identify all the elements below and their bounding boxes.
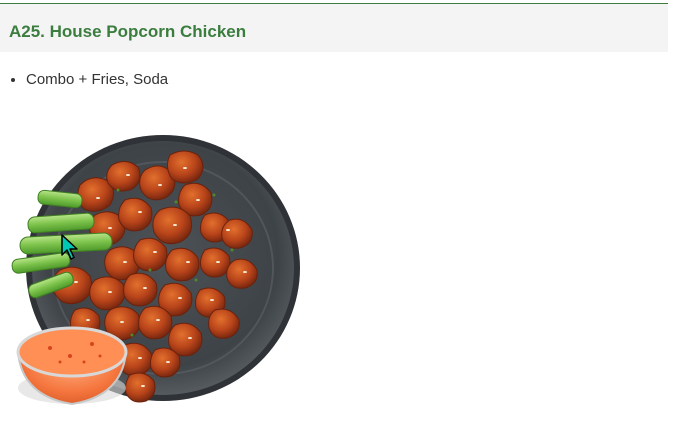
mouse-pointer-icon [61, 234, 78, 260]
popcorn-chicken-plate-image [11, 135, 300, 406]
product-title: A25. House Popcorn Chicken [9, 22, 247, 41]
title-bar: A25. House Popcorn Chicken [0, 4, 668, 52]
option-list: Combo + Fries, Soda [0, 70, 168, 90]
list-item: Combo + Fries, Soda [26, 70, 168, 90]
product-page: A25. House Popcorn Chicken Combo + Fries… [0, 0, 673, 424]
